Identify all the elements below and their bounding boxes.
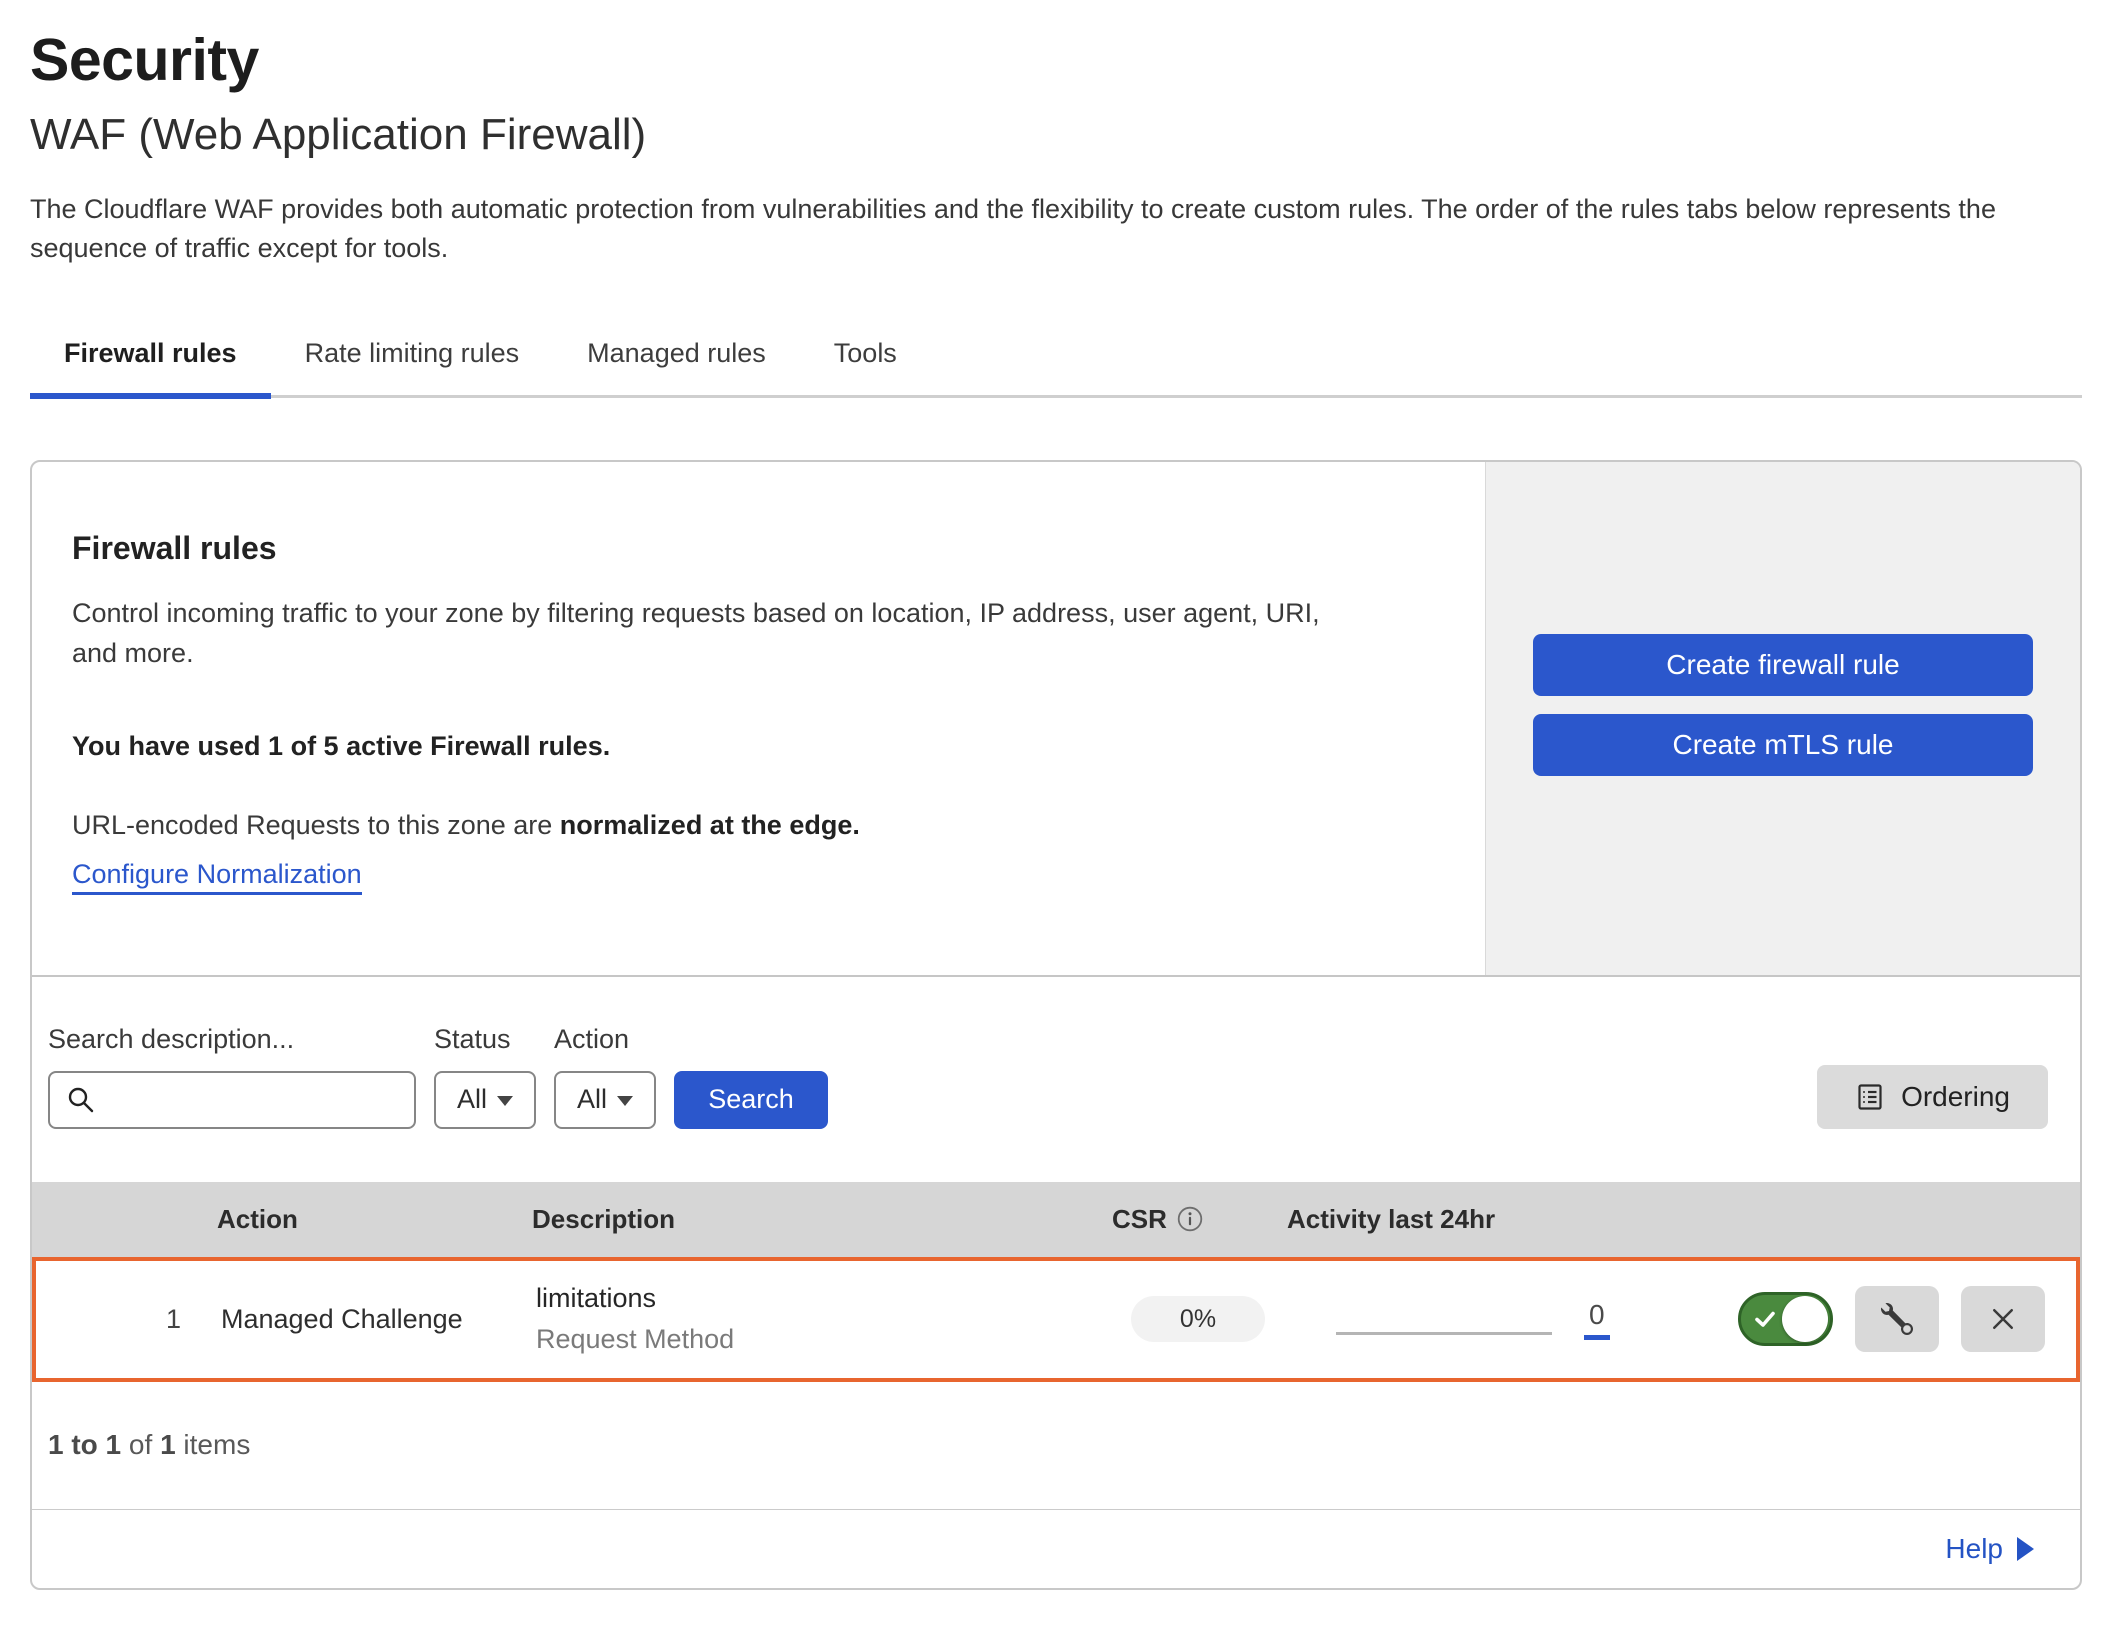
rule-controls-cell (1686, 1286, 2076, 1352)
header-csr: CSR (1082, 1204, 1262, 1235)
tab-firewall-rules[interactable]: Firewall rules (30, 316, 271, 399)
rule-description-detail: Request Method (536, 1324, 1086, 1355)
info-icon[interactable] (1177, 1206, 1203, 1232)
overview-description: Control incoming traffic to your zone by… (72, 593, 1372, 673)
search-label: Search description... (48, 1024, 416, 1055)
waf-security-page: Security WAF (Web Application Firewall) … (0, 0, 2114, 1590)
help-link[interactable]: Help (1945, 1533, 2003, 1565)
ordering-button[interactable]: Ordering (1817, 1065, 2048, 1129)
status-dropdown-value: All (457, 1084, 487, 1115)
toggle-knob (1782, 1296, 1828, 1342)
usage-summary: You have used 1 of 5 active Firewall rul… (72, 731, 1445, 762)
rule-enabled-toggle[interactable] (1738, 1292, 1833, 1346)
activity-sparkline (1336, 1332, 1552, 1335)
edit-rule-button[interactable] (1855, 1286, 1939, 1352)
action-filter-group: Action All (554, 1024, 656, 1129)
search-input[interactable] (106, 1073, 441, 1127)
rule-priority: 1 (36, 1304, 191, 1335)
configure-normalization-link[interactable]: Configure Normalization (72, 859, 362, 895)
create-rule-panel: Create firewall rule Create mTLS rule (1485, 462, 2080, 975)
arrow-right-icon (2017, 1537, 2034, 1561)
rule-description: limitations (536, 1283, 1086, 1314)
normalization-note: URL-encoded Requests to this zone are no… (72, 810, 1445, 841)
status-filter-group: Status All (434, 1024, 536, 1129)
firewall-rules-card: Firewall rules Control incoming traffic … (30, 460, 2082, 1590)
pagination-summary: 1 to 1 of 1 items (32, 1382, 2080, 1509)
action-label: Action (554, 1024, 656, 1055)
delete-rule-button[interactable] (1961, 1286, 2045, 1352)
filter-bar: Search description... Status All (32, 975, 2080, 1182)
summary-items: items (176, 1429, 251, 1461)
overview-text-block: Firewall rules Control incoming traffic … (32, 462, 1485, 975)
summary-of: of (121, 1429, 160, 1461)
search-input-wrapper (48, 1071, 416, 1129)
normalization-note-text: URL-encoded Requests to this zone are (72, 810, 560, 840)
header-csr-label: CSR (1112, 1204, 1167, 1235)
header-action: Action (187, 1204, 502, 1235)
rule-description-cell: limitations Request Method (506, 1283, 1086, 1355)
help-bar: Help (32, 1509, 2080, 1588)
status-label: Status (434, 1024, 536, 1055)
tab-managed-rules[interactable]: Managed rules (553, 316, 800, 399)
action-dropdown-value: All (577, 1084, 607, 1115)
tab-bar: Firewall rules Rate limiting rules Manag… (30, 316, 2082, 398)
firewall-rule-row: 1 Managed Challenge limitations Request … (32, 1257, 2080, 1382)
rule-action: Managed Challenge (191, 1304, 506, 1335)
summary-total: 1 (160, 1429, 176, 1461)
csr-badge: 0% (1131, 1296, 1265, 1342)
tab-rate-limiting-rules[interactable]: Rate limiting rules (271, 316, 554, 399)
summary-range: 1 to 1 (48, 1429, 121, 1461)
page-description: The Cloudflare WAF provides both automat… (30, 190, 2040, 268)
page-title: Security (30, 26, 2082, 94)
chevron-down-icon (617, 1096, 633, 1106)
normalization-note-bold: normalized at the edge. (560, 810, 860, 840)
action-dropdown[interactable]: All (554, 1071, 656, 1129)
activity-count-link[interactable]: 0 (1584, 1299, 1610, 1340)
chevron-down-icon (497, 1096, 513, 1106)
list-document-icon (1855, 1082, 1885, 1112)
wrench-icon (1881, 1303, 1913, 1335)
check-icon (1753, 1307, 1777, 1331)
search-group: Search description... (48, 1024, 416, 1129)
header-activity: Activity last 24hr (1262, 1204, 1682, 1235)
search-icon (66, 1085, 96, 1115)
header-description: Description (502, 1204, 1082, 1235)
page-subtitle: WAF (Web Application Firewall) (30, 110, 2082, 160)
rule-csr-cell: 0% (1086, 1296, 1266, 1342)
table-header-row: Action Description CSR Activity last 24h… (32, 1182, 2080, 1257)
overview-heading: Firewall rules (72, 530, 1445, 567)
ordering-button-label: Ordering (1901, 1081, 2010, 1113)
firewall-rules-overview: Firewall rules Control incoming traffic … (32, 462, 2080, 975)
create-firewall-rule-button[interactable]: Create firewall rule (1533, 634, 2033, 696)
close-icon (1988, 1304, 2018, 1334)
rule-activity-cell: 0 (1266, 1299, 1686, 1340)
tab-tools[interactable]: Tools (800, 316, 931, 399)
status-dropdown[interactable]: All (434, 1071, 536, 1129)
search-button[interactable]: Search (674, 1071, 828, 1129)
create-mtls-rule-button[interactable]: Create mTLS rule (1533, 714, 2033, 776)
